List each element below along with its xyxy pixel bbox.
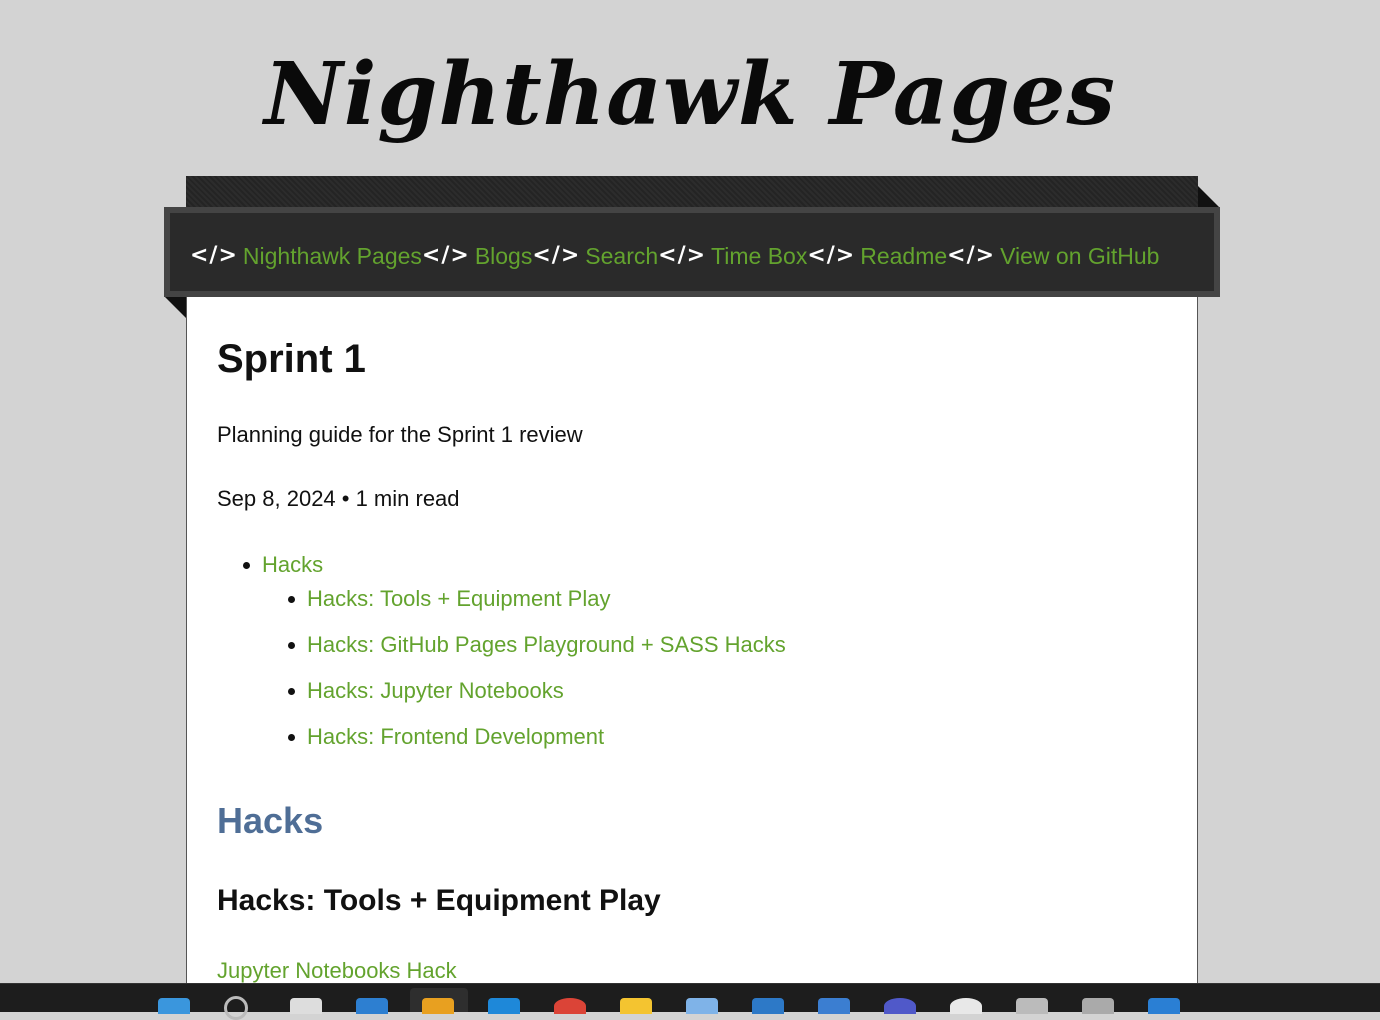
mail-icon[interactable] (818, 998, 850, 1014)
post-description: Planning guide for the Sprint 1 review (217, 422, 583, 447)
toc-sublist: Hacks: Tools + Equipment Play Hacks: Git… (262, 584, 786, 752)
bullet-icon (288, 734, 295, 741)
table-of-contents: Hacks Hacks: Tools + Equipment Play Hack… (217, 550, 786, 768)
nav-label: Nighthawk Pages (242, 243, 422, 269)
toc-link-tools-equipment[interactable]: Hacks: Tools + Equipment Play (307, 586, 610, 611)
nav-item-view-on-github[interactable]: </> View on GitHub (947, 243, 1159, 269)
chrome-icon[interactable] (554, 998, 586, 1014)
code-icon: </> (658, 243, 707, 268)
bullet-icon (243, 562, 250, 569)
jupyter-notebooks-hack-link[interactable]: Jupyter Notebooks Hack (217, 958, 457, 984)
post-content: Sprint 1 Planning guide for the Sprint 1… (217, 330, 1167, 983)
subsection-heading-tools: Hacks: Tools + Equipment Play (217, 884, 661, 917)
ribbon-fold-left (164, 296, 186, 318)
edge-icon[interactable] (356, 998, 388, 1014)
teams-icon[interactable] (884, 998, 916, 1014)
nav-links: </> Nighthawk Pages </> Blogs </> Search… (190, 243, 1159, 269)
toc-sub-item: Hacks: GitHub Pages Playground + SASS Ha… (262, 630, 786, 660)
nav-bar: </> Nighthawk Pages </> Blogs </> Search… (164, 207, 1220, 297)
store-icon[interactable] (488, 998, 520, 1014)
nav-item-time-box[interactable]: </> Time Box (658, 243, 807, 269)
nav-item-search[interactable]: </> Search (532, 243, 658, 269)
terminal-icon[interactable] (1016, 998, 1048, 1014)
app-icon[interactable] (422, 998, 454, 1014)
toc-item: Hacks Hacks: Tools + Equipment Play Hack… (217, 550, 786, 752)
page-title: Sprint 1 (217, 337, 366, 381)
folder-icon[interactable] (620, 998, 652, 1014)
nav-label: Blogs (474, 243, 533, 269)
code-icon: </> (532, 243, 581, 268)
nav-item-blogs[interactable]: </> Blogs (422, 243, 532, 269)
nav-ribbon-top (186, 176, 1198, 208)
windows-start-icon[interactable] (158, 998, 190, 1014)
vscode-icon[interactable] (752, 998, 784, 1014)
nav-item-readme[interactable]: </> Readme (807, 243, 947, 269)
site-title[interactable]: Nighthawk Pages (0, 40, 1380, 150)
section-heading-hacks: Hacks (217, 800, 324, 841)
bullet-icon (288, 688, 295, 695)
toc-link-hacks[interactable]: Hacks (262, 552, 323, 577)
notepad-icon[interactable] (686, 998, 718, 1014)
file-icon[interactable] (290, 998, 322, 1014)
nav-item-nighthawk-pages[interactable]: </> Nighthawk Pages (190, 243, 422, 269)
toc-sub-item: Hacks: Jupyter Notebooks (262, 676, 786, 706)
toc-link-frontend-development[interactable]: Hacks: Frontend Development (307, 724, 604, 749)
toc-link-github-pages[interactable]: Hacks: GitHub Pages Playground + SASS Ha… (307, 632, 786, 657)
taskbar (0, 983, 1380, 1020)
post-meta: Sep 8, 2024 • 1 min read (217, 486, 460, 511)
explorer-icon[interactable] (1082, 998, 1114, 1014)
code-icon: </> (421, 243, 470, 268)
todo-icon[interactable] (1148, 998, 1180, 1014)
code-icon: </> (190, 243, 238, 268)
bullet-icon (288, 596, 295, 603)
toc-sub-item: Hacks: Frontend Development (262, 722, 786, 752)
toc-sub-item: Hacks: Tools + Equipment Play (262, 584, 786, 614)
search-icon[interactable] (224, 996, 248, 1020)
code-icon: </> (947, 243, 996, 268)
ribbon-fold-right (1198, 186, 1220, 208)
nav-label: Readme (860, 243, 948, 269)
toc-link-jupyter-notebooks[interactable]: Hacks: Jupyter Notebooks (307, 678, 564, 703)
bullet-icon (288, 642, 295, 649)
nav-label: Time Box (711, 243, 808, 269)
slack-icon[interactable] (950, 998, 982, 1014)
code-icon: </> (807, 243, 856, 268)
nav-label: View on GitHub (1000, 243, 1160, 269)
nav-label: Search (585, 243, 659, 269)
